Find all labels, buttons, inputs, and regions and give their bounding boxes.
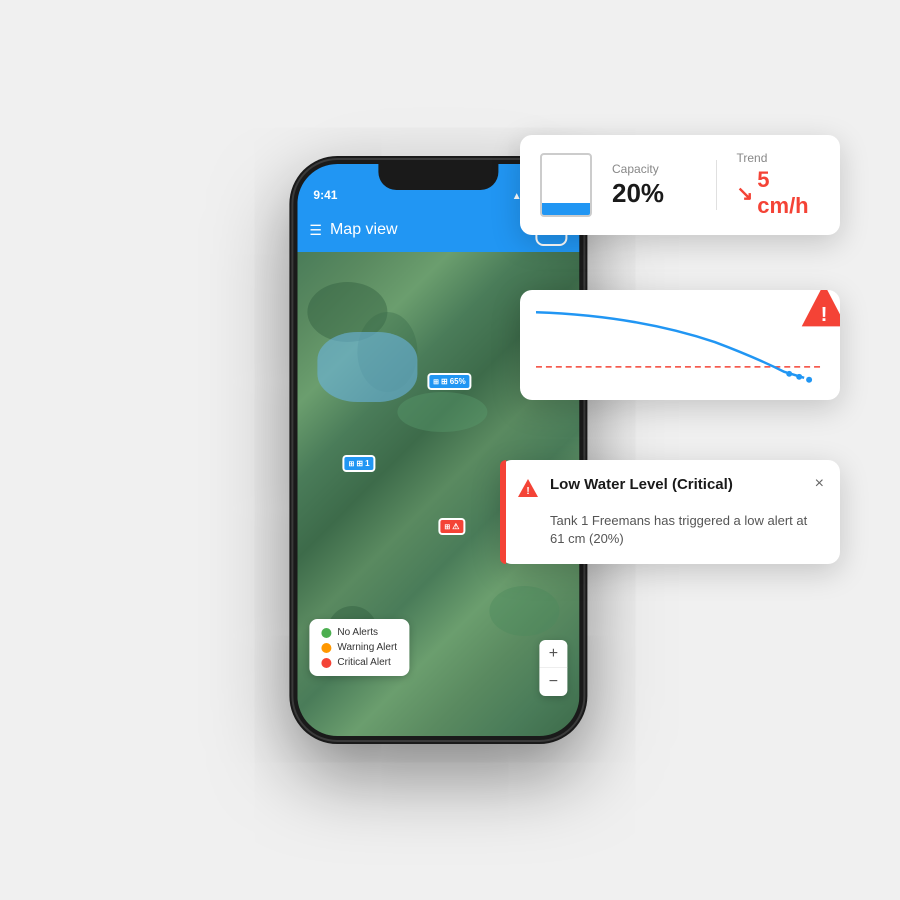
legend-item-critical: Critical Alert xyxy=(321,657,397,668)
chart-dot xyxy=(796,374,802,380)
map-marker-alert[interactable]: ⚠ xyxy=(438,518,465,535)
phone-screen: 9:41 ▲▲▲ ⊙ ▮ ☰ Map view ↻ xyxy=(297,164,579,736)
marker-label: 65% xyxy=(450,377,466,386)
alert-body: Tank 1 Freemans has triggered a low aler… xyxy=(516,512,824,548)
warning-triangle-wrapper: ! xyxy=(796,290,840,334)
warning-triangle-icon: ! xyxy=(798,290,840,332)
trend-label: Trend xyxy=(737,151,821,165)
legend-box: No Alerts Warning Alert Critical Alert xyxy=(309,619,409,676)
capacity-card: Capacity 20% Trend ↘ 5 cm/h xyxy=(520,135,840,235)
tank-visual xyxy=(540,153,592,217)
no-alerts-label: No Alerts xyxy=(337,627,378,638)
zoom-controls: + − xyxy=(539,640,567,696)
marker-icon: ⚠ xyxy=(452,522,459,531)
critical-dot xyxy=(321,658,331,668)
chart-dot xyxy=(786,371,792,377)
map-blob xyxy=(489,586,559,636)
alert-title: Low Water Level (Critical) xyxy=(550,476,805,493)
alert-header: ! Low Water Level (Critical) × xyxy=(516,476,824,506)
trend-arrow-icon: ↘ xyxy=(737,181,754,206)
trend-info: Trend ↘ 5 cm/h xyxy=(737,151,821,219)
status-time: 9:41 xyxy=(313,188,511,202)
chart-card: ! xyxy=(520,290,840,400)
app-title: Map view xyxy=(330,221,535,239)
capacity-info: Capacity 20% xyxy=(612,162,696,209)
legend-item-no-alerts: No Alerts xyxy=(321,627,397,638)
alert-card: ! Low Water Level (Critical) × Tank 1 Fr… xyxy=(500,460,840,564)
zoom-out-button[interactable]: − xyxy=(539,668,567,696)
legend-item-warning: Warning Alert xyxy=(321,642,397,653)
trend-value: ↘ 5 cm/h xyxy=(737,167,821,219)
trend-number: 5 cm/h xyxy=(757,167,820,219)
map-marker-1[interactable]: ⊞ 1 xyxy=(343,455,376,472)
tank-fill xyxy=(542,203,590,215)
map-marker-65[interactable]: ⊞ 65% xyxy=(427,373,472,390)
card-divider xyxy=(716,160,717,210)
chart-dot xyxy=(806,377,812,383)
chart-area xyxy=(536,302,824,392)
map-blob xyxy=(397,392,487,432)
scene: 9:41 ▲▲▲ ⊙ ▮ ☰ Map view ↻ xyxy=(0,0,900,900)
warning-dot xyxy=(321,643,331,653)
svg-text:!: ! xyxy=(821,304,828,326)
no-alerts-dot xyxy=(321,628,331,638)
warning-label: Warning Alert xyxy=(337,642,397,653)
capacity-value: 20% xyxy=(612,178,696,209)
marker-label: 1 xyxy=(365,459,369,468)
water-blob xyxy=(317,332,417,402)
notch xyxy=(378,164,498,190)
alert-close-button[interactable]: × xyxy=(815,476,824,492)
menu-icon[interactable]: ☰ xyxy=(309,222,322,239)
marker-icon: ⊞ xyxy=(356,459,363,468)
marker-icon: ⊞ xyxy=(441,377,448,386)
alert-left-bar xyxy=(500,460,506,564)
chart-svg xyxy=(536,302,824,392)
alert-icon: ! xyxy=(516,477,540,506)
trend-line xyxy=(536,312,804,378)
svg-text:!: ! xyxy=(526,486,529,497)
zoom-in-button[interactable]: + xyxy=(539,640,567,668)
phone-shell: 9:41 ▲▲▲ ⊙ ▮ ☰ Map view ↻ xyxy=(293,160,583,740)
critical-label: Critical Alert xyxy=(337,657,390,668)
capacity-label: Capacity xyxy=(612,162,696,176)
